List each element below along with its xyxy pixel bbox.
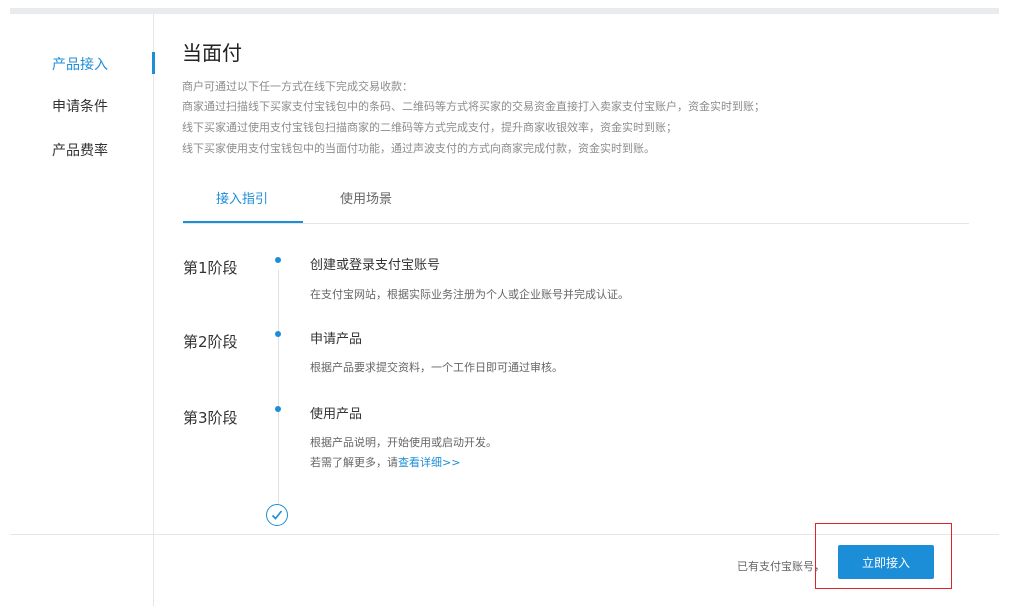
step-description: 在支付宝网站，根据实际业务注册为个人或企业账号并完成认证。 [310,288,629,301]
stage-label: 第1阶段 [183,259,238,277]
access-now-button[interactable]: 立即接入 [838,545,934,579]
view-details-link[interactable]: 查看详细>> [398,456,460,469]
step-title: 创建或登录支付宝账号 [310,258,441,273]
timeline-dot [275,257,281,263]
description-line: 线下买家通过使用支付宝钱包扫描商家的二维码等方式完成支付，提升商家收银效率，资金… [182,121,677,134]
timeline-dot [275,331,281,337]
tab-access-guide[interactable]: 接入指引 [216,188,268,207]
description-line: 商家通过扫描线下买家支付宝钱包中的条码、二维码等方式将买家的交易资金直接打入卖家… [182,100,765,113]
stage-label: 第2阶段 [183,333,238,351]
more-prefix: 若需了解更多，请 [310,456,398,469]
timeline-dot [275,406,281,412]
step-description: 根据产品说明，开始使用或启动开发。 [310,436,497,449]
description-line: 商户可通过以下任一方式在线下完成交易收款： [182,80,413,93]
main-content: 当面付 商户可通过以下任一方式在线下完成交易收款： 商家通过扫描线下买家支付宝钱… [155,14,999,534]
step-description: 根据产品要求提交资料，一个工作日即可通过审核。 [310,361,563,374]
sidebar-item-product-access[interactable]: 产品接入 [52,54,108,74]
sidebar-item-requirements[interactable]: 申请条件 [52,96,108,116]
description-line: 线下买家使用支付宝钱包中的当面付功能，通过声波支付的方式向商家完成付款，资金实时… [182,142,655,155]
timeline-line [278,270,279,514]
stage-label: 第3阶段 [183,409,238,427]
sidebar: 产品接入 申请条件 产品费率 [10,14,155,606]
step-title: 使用产品 [310,407,363,422]
tabs-divider [183,223,969,224]
footer-hint: 已有支付宝账号， [737,560,825,573]
sidebar-item-rates[interactable]: 产品费率 [52,140,108,160]
page-title: 当面付 [182,41,242,65]
step-more: 若需了解更多，请查看详细>> [310,454,460,470]
tab-use-cases[interactable]: 使用场景 [340,188,392,207]
step-title: 申请产品 [310,332,363,347]
check-circle-icon [266,504,288,526]
